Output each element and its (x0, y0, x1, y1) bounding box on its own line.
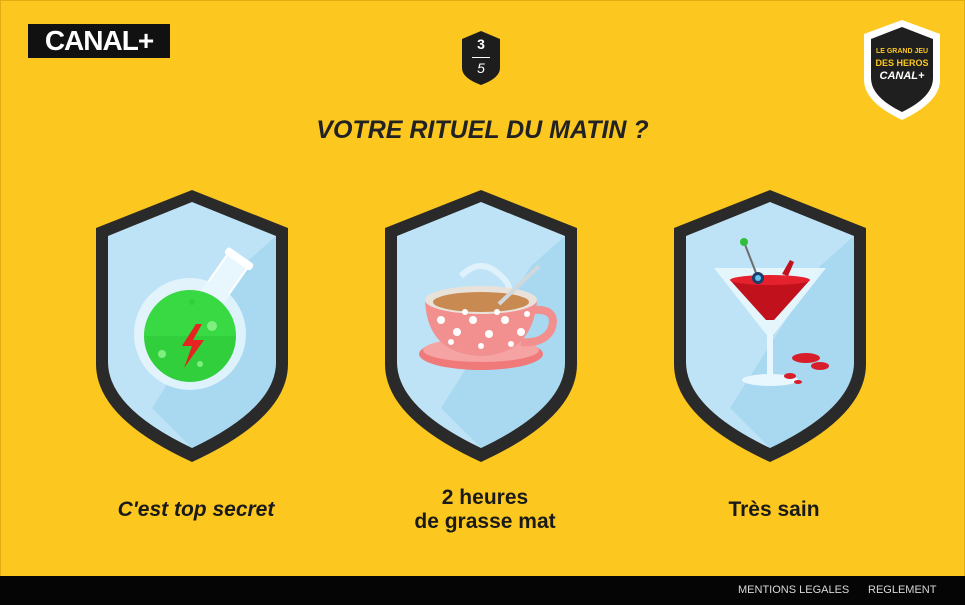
answer-label-line-1: 2 heures (441, 486, 529, 509)
footer-bar: MENTIONS LEGALES REGLEMENT (0, 576, 965, 605)
answer-label-secret[interactable]: C'est top secret (66, 498, 326, 522)
answer-label-line-2: de grasse mat (414, 510, 556, 533)
answer-label-tres-sain[interactable]: Très sain (644, 498, 904, 522)
mentions-legales-link[interactable]: MENTIONS LEGALES (738, 584, 849, 596)
question-title: VOTRE RITUEL DU MATIN ? (316, 116, 649, 144)
badge-line-3: CANAL+ (879, 70, 925, 82)
question-step-indicator: 3 5 (460, 30, 502, 86)
canal-plus-logo[interactable]: CANAL+ (28, 24, 170, 58)
step-current: 3 (477, 36, 485, 52)
badge-line-1: LE GRAND JEU (875, 48, 929, 55)
answer-option-tres-sain[interactable] (670, 186, 870, 466)
badge-line-2: DES HEROS (875, 58, 929, 68)
answer-option-grasse-mat[interactable] (381, 186, 581, 466)
answer-label-grasse-mat[interactable]: 2 heures de grasse mat (355, 486, 615, 534)
reglement-link[interactable]: REGLEMENT (868, 584, 936, 596)
teacup-icon (419, 263, 557, 370)
grand-jeu-badge: LE GRAND JEU DES HEROS CANAL+ (862, 18, 942, 122)
step-total: 5 (477, 60, 485, 76)
potion-flask-icon (134, 247, 254, 390)
answer-option-secret[interactable] (92, 186, 292, 466)
cocktail-glass-icon (714, 238, 829, 386)
